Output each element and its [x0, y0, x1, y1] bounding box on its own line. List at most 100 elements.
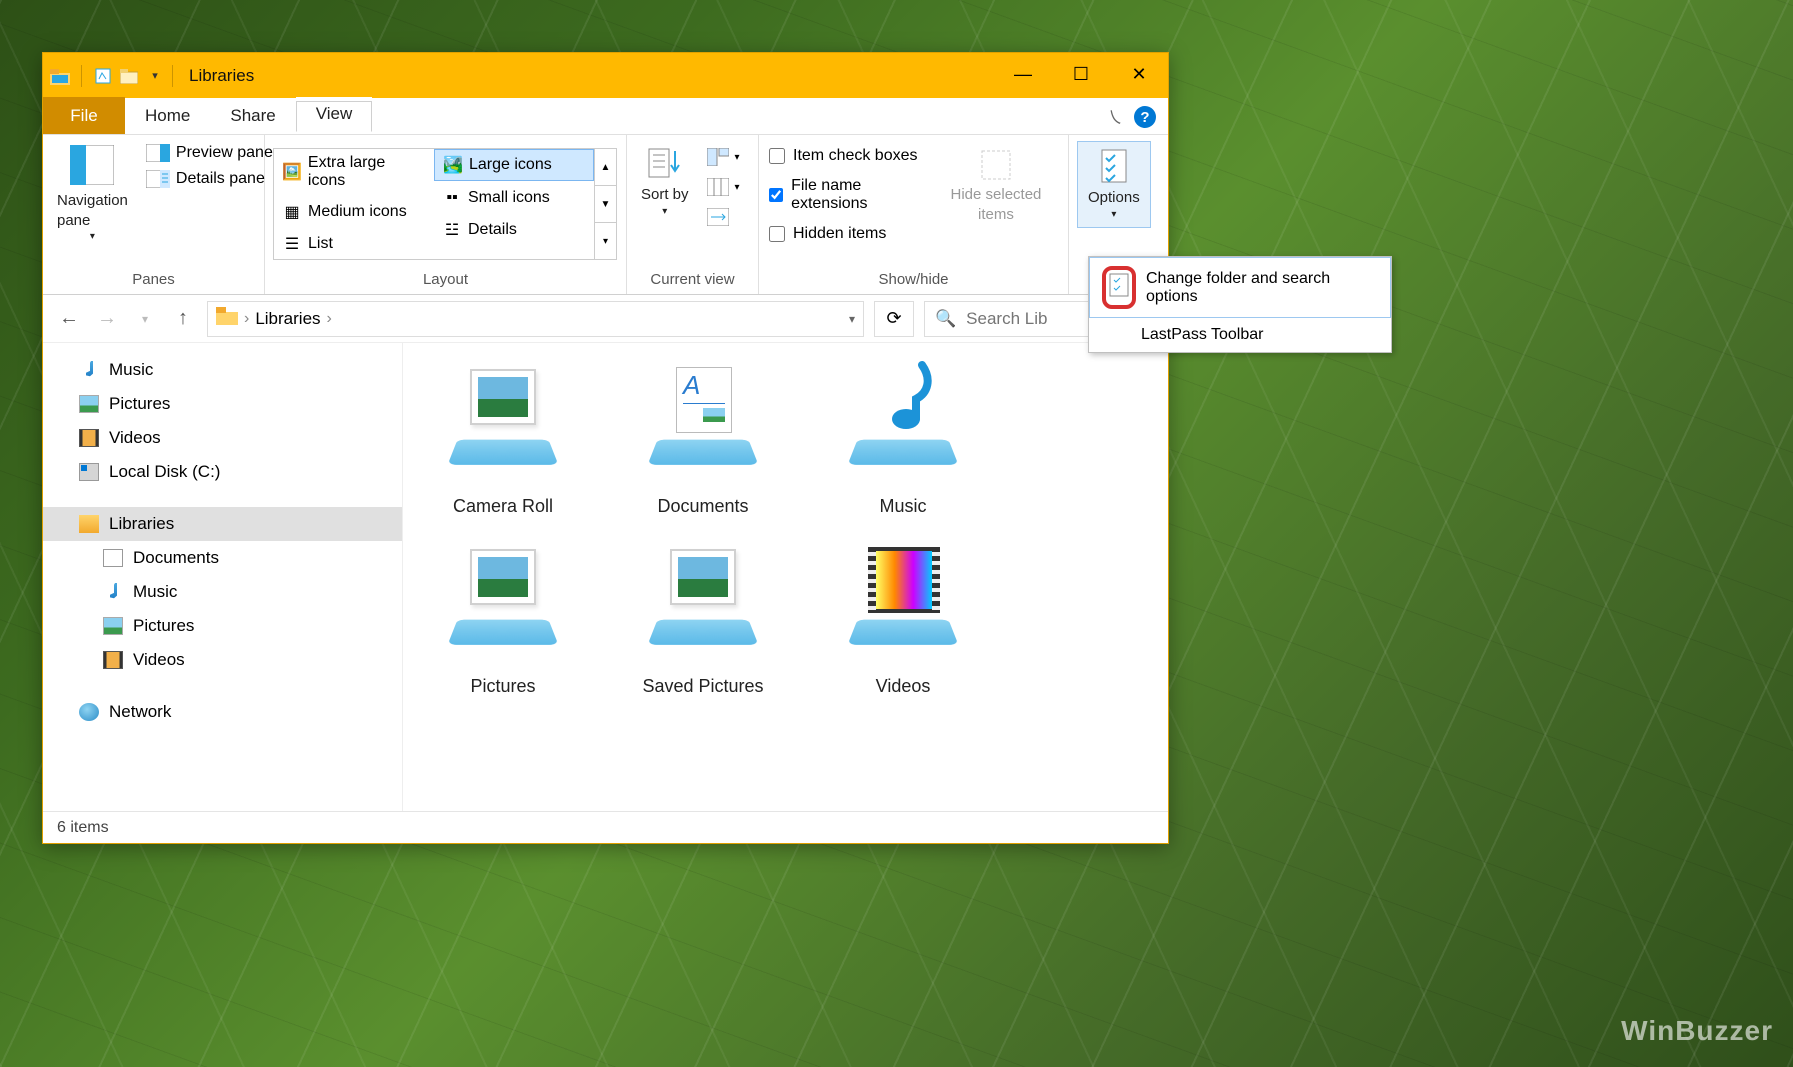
- options-button[interactable]: Options ▾: [1077, 141, 1151, 228]
- layout-scroll-down[interactable]: ▼: [595, 186, 616, 223]
- close-button[interactable]: ✕: [1110, 53, 1168, 95]
- library-item[interactable]: Saved Pictures: [613, 547, 793, 697]
- forward-button[interactable]: →: [93, 305, 121, 333]
- add-columns-button[interactable]: ▾: [701, 175, 746, 199]
- preview-pane-button[interactable]: Preview pane: [140, 141, 279, 165]
- tree-item-label: Videos: [109, 428, 161, 448]
- tab-share[interactable]: Share: [210, 97, 295, 134]
- tree-item-label: Pictures: [109, 394, 170, 414]
- tree-item-label: Network: [109, 702, 171, 722]
- size-columns-button[interactable]: [701, 205, 746, 229]
- ribbon-group-layout: 🖼️Extra large icons ▦Medium icons ☰List …: [265, 135, 627, 294]
- properties-icon[interactable]: [92, 65, 114, 87]
- library-item[interactable]: Music: [813, 367, 993, 517]
- navigation-pane-button[interactable]: Navigation pane ▾: [51, 141, 134, 247]
- file-extensions-toggle[interactable]: File name extensions: [767, 173, 926, 217]
- sort-by-button[interactable]: Sort by ▾: [635, 141, 695, 222]
- address-bar[interactable]: › Libraries › ▾: [207, 301, 864, 337]
- hide-selected-button[interactable]: Hide selected items: [932, 141, 1060, 228]
- back-button[interactable]: ←: [55, 305, 83, 333]
- title-separator: [172, 65, 173, 87]
- item-check-boxes-toggle[interactable]: Item check boxes: [767, 143, 926, 169]
- titlebar[interactable]: ▾ Libraries — ☐ ✕: [43, 53, 1168, 98]
- group-label-layout: Layout: [273, 267, 618, 292]
- pic-icon: [103, 617, 123, 635]
- maximize-button[interactable]: ☐: [1052, 53, 1110, 95]
- tree-item-videos[interactable]: Videos: [43, 421, 402, 455]
- address-dropdown-icon[interactable]: ▾: [849, 312, 855, 326]
- qat-separator: [81, 65, 82, 87]
- library-item-label: Saved Pictures: [642, 676, 763, 697]
- details-icon: ☳: [442, 220, 462, 240]
- help-icon[interactable]: ?: [1134, 106, 1156, 128]
- collapse-ribbon-icon[interactable]: ㇏: [1106, 104, 1124, 130]
- small-icons-icon: ▪▪: [442, 188, 462, 208]
- tree-item-lib-documents[interactable]: Documents: [43, 541, 402, 575]
- minimize-button[interactable]: —: [994, 53, 1052, 95]
- ribbon-view: Navigation pane ▾ Preview pane Details p…: [43, 135, 1168, 295]
- highlight-annotation: [1102, 266, 1136, 309]
- tree-item-label: Local Disk (C:): [109, 462, 220, 482]
- tab-file[interactable]: File: [43, 97, 125, 134]
- explorer-body: MusicPicturesVideosLocal Disk (C:)Librar…: [43, 343, 1168, 811]
- layout-medium[interactable]: ▦Medium icons: [274, 197, 434, 227]
- library-item-label: Music: [879, 496, 926, 517]
- breadcrumb-libraries[interactable]: Libraries: [255, 309, 320, 329]
- layout-scroll-up[interactable]: ▲: [595, 149, 616, 186]
- group-by-button[interactable]: ▾: [701, 145, 746, 169]
- tree-item-label: Documents: [133, 548, 219, 568]
- chevron-down-icon: ▾: [662, 205, 667, 218]
- quick-access-toolbar: ▾: [49, 65, 166, 87]
- qat-dropdown-icon[interactable]: ▾: [144, 65, 166, 87]
- refresh-button[interactable]: ⟳: [874, 301, 914, 337]
- file-explorer-window: ▾ Libraries — ☐ ✕ File Home Share View ㇏…: [42, 52, 1169, 844]
- navigation-bar: ← → ▾ ↑ › Libraries › ▾ ⟳ 🔍: [43, 295, 1168, 343]
- tree-item-pictures[interactable]: Pictures: [43, 387, 402, 421]
- options-dropdown: Change folder and search options LastPas…: [1088, 256, 1392, 353]
- up-button[interactable]: ↑: [169, 305, 197, 333]
- library-item[interactable]: Videos: [813, 547, 993, 697]
- tab-home[interactable]: Home: [125, 97, 210, 134]
- lib-icon: [79, 515, 99, 533]
- layout-large[interactable]: 🏞️Large icons: [434, 149, 594, 181]
- content-area[interactable]: Camera RollADocuments Music Pictures Saved …: [403, 343, 1168, 811]
- library-item[interactable]: Pictures: [413, 547, 593, 697]
- chevron-down-icon: ▾: [1111, 208, 1116, 221]
- folder-options-icon: [1108, 272, 1130, 298]
- lastpass-toolbar[interactable]: LastPass Toolbar: [1089, 318, 1391, 352]
- list-icon: ☰: [282, 234, 302, 254]
- tree-item-libraries[interactable]: Libraries: [43, 507, 402, 541]
- items-grid: Camera RollADocuments Music Pictures Saved …: [413, 367, 1158, 697]
- libraries-icon: [216, 307, 238, 330]
- tree-item-label: Music: [133, 582, 177, 602]
- history-dropdown[interactable]: ▾: [131, 305, 159, 333]
- layout-gallery: 🖼️Extra large icons ▦Medium icons ☰List …: [273, 148, 617, 260]
- tab-view[interactable]: View: [296, 97, 373, 134]
- navigation-tree[interactable]: MusicPicturesVideosLocal Disk (C:)Librar…: [43, 343, 403, 811]
- tree-item-localdisk[interactable]: Local Disk (C:): [43, 455, 402, 489]
- tree-item-music[interactable]: Music: [43, 353, 402, 387]
- medium-icons-icon: ▦: [282, 202, 302, 222]
- group-label-show-hide: Show/hide: [767, 267, 1060, 292]
- details-pane-button[interactable]: Details pane: [140, 167, 279, 191]
- tree-item-lib-pictures[interactable]: Pictures: [43, 609, 402, 643]
- layout-list[interactable]: ☰List: [274, 229, 434, 259]
- hidden-items-toggle[interactable]: Hidden items: [767, 221, 926, 247]
- tree-item-network[interactable]: Network: [43, 695, 402, 729]
- library-item[interactable]: Camera Roll: [413, 367, 593, 517]
- library-item[interactable]: ADocuments: [613, 367, 793, 517]
- ribbon-group-show-hide: Item check boxes File name extensions Hi…: [759, 135, 1069, 294]
- status-bar: 6 items: [43, 811, 1168, 843]
- tree-item-lib-videos[interactable]: Videos: [43, 643, 402, 677]
- library-item-label: Pictures: [470, 676, 535, 697]
- layout-extra-large[interactable]: 🖼️Extra large icons: [274, 149, 434, 195]
- layout-expand[interactable]: ▾: [595, 223, 616, 259]
- tree-item-lib-music[interactable]: Music: [43, 575, 402, 609]
- music-icon: [79, 361, 99, 379]
- layout-details[interactable]: ☳Details: [434, 215, 594, 245]
- new-folder-icon[interactable]: [118, 65, 140, 87]
- window-controls: — ☐ ✕: [994, 53, 1168, 95]
- change-folder-options[interactable]: Change folder and search options: [1089, 257, 1391, 318]
- layout-small[interactable]: ▪▪Small icons: [434, 183, 594, 213]
- watermark: WinBuzzer: [1621, 1015, 1773, 1047]
